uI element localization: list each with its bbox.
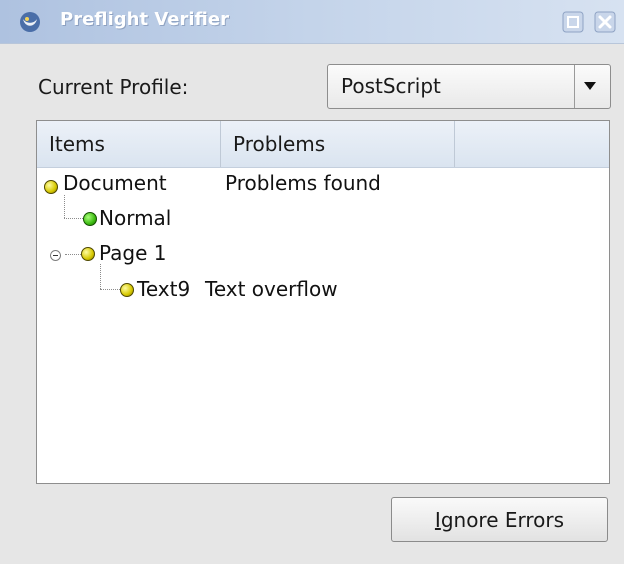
- tree-header: Items Problems: [37, 121, 609, 168]
- scribus-app-icon: [20, 12, 40, 32]
- ignore-errors-label: Ignore Errors: [435, 508, 564, 532]
- item-name: Page 1: [99, 241, 167, 265]
- profile-combobox[interactable]: PostScript: [327, 64, 611, 109]
- column-header-items[interactable]: Items: [37, 121, 221, 167]
- current-profile-label: Current Profile:: [38, 75, 189, 99]
- tree-row-text9[interactable]: Text9 Text overflow: [37, 273, 609, 307]
- item-name: Document: [63, 171, 167, 195]
- item-name: Text9: [137, 277, 191, 301]
- profile-selected-value: PostScript: [341, 74, 441, 98]
- tree-row-normal[interactable]: Normal: [37, 202, 609, 236]
- problem-text: Problems found: [225, 171, 381, 195]
- warning-status-icon: [44, 180, 58, 194]
- ignore-errors-button[interactable]: Ignore Errors: [391, 497, 608, 542]
- column-header-filler: [455, 121, 609, 167]
- chevron-down-icon[interactable]: [584, 82, 596, 90]
- problem-text: Text overflow: [205, 277, 338, 301]
- close-icon[interactable]: [594, 11, 616, 33]
- combo-separator: [574, 65, 575, 108]
- window-title: Preflight Verifier: [60, 9, 229, 30]
- tree-row-page-1[interactable]: Page 1: [37, 237, 609, 271]
- warning-status-icon: [120, 283, 134, 297]
- problems-tree[interactable]: Items Problems Document Problems found N…: [36, 120, 610, 484]
- button-label-rest: gnore Errors: [440, 507, 565, 532]
- collapse-toggle-icon[interactable]: [50, 250, 61, 261]
- ok-status-icon: [83, 212, 97, 226]
- tree-row-document[interactable]: Document Problems found: [37, 167, 609, 201]
- title-bar[interactable]: Preflight Verifier: [0, 0, 624, 44]
- maximize-icon[interactable]: [562, 11, 584, 33]
- preflight-verifier-window: Preflight Verifier Current Profile: Post…: [0, 0, 624, 564]
- column-header-problems[interactable]: Problems: [221, 121, 455, 167]
- warning-status-icon: [81, 247, 95, 261]
- item-name: Normal: [99, 206, 172, 230]
